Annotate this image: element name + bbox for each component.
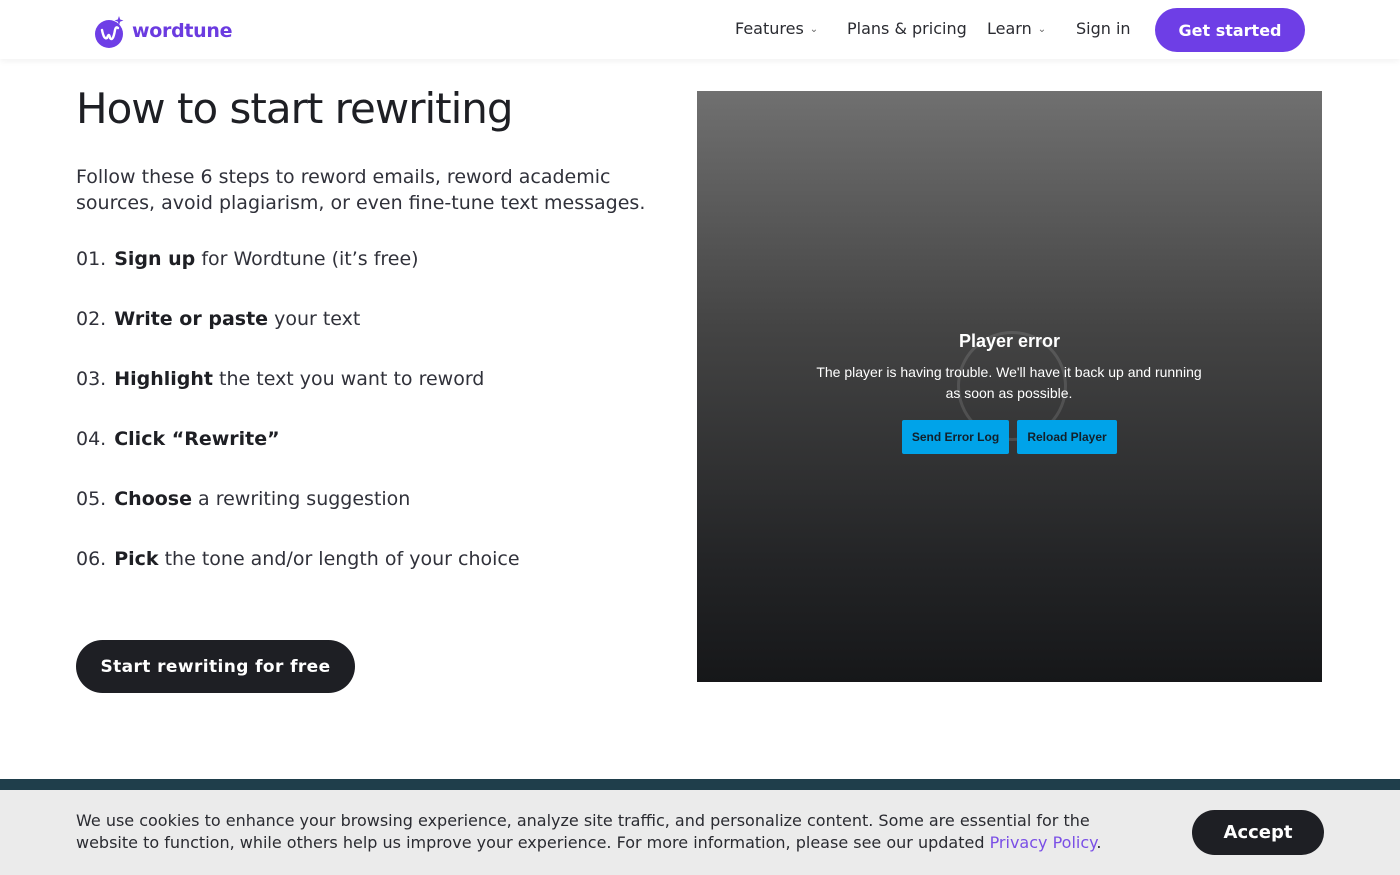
cookie-banner: We use cookies to enhance your browsing … — [0, 790, 1400, 875]
video-player[interactable]: Player error The player is having troubl… — [697, 91, 1322, 682]
step-item: 04. Click “Rewrite” — [76, 428, 656, 488]
steps-list: 01. Sign up for Wordtune (it’s free) 02. W… — [76, 248, 656, 608]
nav-learn-label: Learn — [987, 19, 1032, 38]
step-number: 01. — [76, 248, 107, 270]
privacy-policy-link[interactable]: Privacy Policy — [990, 833, 1097, 852]
step-item: 06. Pick the tone and/or length of your c… — [76, 548, 656, 608]
logo-text: wordtune — [132, 20, 233, 42]
nav-plans-pricing-label: Plans & pricing — [847, 19, 967, 38]
player-error-message: The player is having trouble. We'll have… — [816, 364, 1202, 401]
step-action: Write or paste — [114, 308, 269, 330]
step-number: 06. — [76, 548, 107, 570]
step-action: Sign up — [114, 248, 196, 270]
step-text: your text — [268, 308, 361, 330]
step-number: 02. — [76, 308, 107, 330]
chevron-down-icon: ⌄ — [809, 24, 819, 35]
wordtune-logo[interactable]: wordtune — [94, 12, 233, 50]
cookie-suffix: . — [1096, 833, 1102, 852]
reload-player-button[interactable]: Reload Player — [1017, 420, 1117, 454]
step-action: Choose — [114, 488, 192, 510]
nav-learn[interactable]: Learn ⌄ — [987, 19, 1046, 38]
step-item: 02. Write or paste your text — [76, 308, 656, 368]
step-action: Highlight — [114, 368, 213, 390]
step-item: 05. Choose a rewriting suggestion — [76, 488, 656, 548]
step-number: 04. — [76, 428, 107, 450]
nav-features[interactable]: Features ⌄ — [735, 19, 818, 38]
get-started-button[interactable]: Get started — [1155, 8, 1305, 52]
nav-plans-pricing[interactable]: Plans & pricing — [847, 19, 967, 38]
step-text: the text you want to reword — [213, 368, 485, 390]
step-number: 03. — [76, 368, 107, 390]
nav-sign-in-label: Sign in — [1076, 19, 1131, 38]
send-error-log-button[interactable]: Send Error Log — [902, 420, 1009, 454]
wordtune-logo-icon — [94, 14, 126, 48]
step-action: Pick — [114, 548, 159, 570]
step-number: 05. — [76, 488, 107, 510]
step-item: 03. Highlight the text you want to reword — [76, 368, 656, 428]
start-rewriting-button[interactable]: Start rewriting for free — [76, 640, 355, 693]
accept-cookies-button[interactable]: Accept — [1192, 810, 1324, 855]
nav-sign-in[interactable]: Sign in — [1076, 19, 1131, 38]
intro-text: Follow these 6 steps to reword emails, r… — [76, 166, 646, 214]
page-title: How to start rewriting — [76, 84, 514, 133]
player-error-title: Player error — [958, 331, 1061, 351]
cookie-text: We use cookies to enhance your browsing … — [76, 810, 1136, 854]
step-item: 01. Sign up for Wordtune (it’s free) — [76, 248, 656, 308]
site-header: wordtune Features ⌄ Plans & pricing Learn… — [0, 0, 1400, 59]
cookie-message: We use cookies to enhance your browsing … — [76, 811, 1090, 852]
chevron-down-icon: ⌄ — [1037, 24, 1047, 35]
nav-features-label: Features — [735, 19, 804, 38]
step-text: for Wordtune (it’s free) — [195, 248, 419, 270]
step-action: Click “Rewrite” — [114, 428, 280, 450]
step-text: the tone and/or length of your choice — [158, 548, 520, 570]
step-text: a rewriting suggestion — [192, 488, 411, 510]
